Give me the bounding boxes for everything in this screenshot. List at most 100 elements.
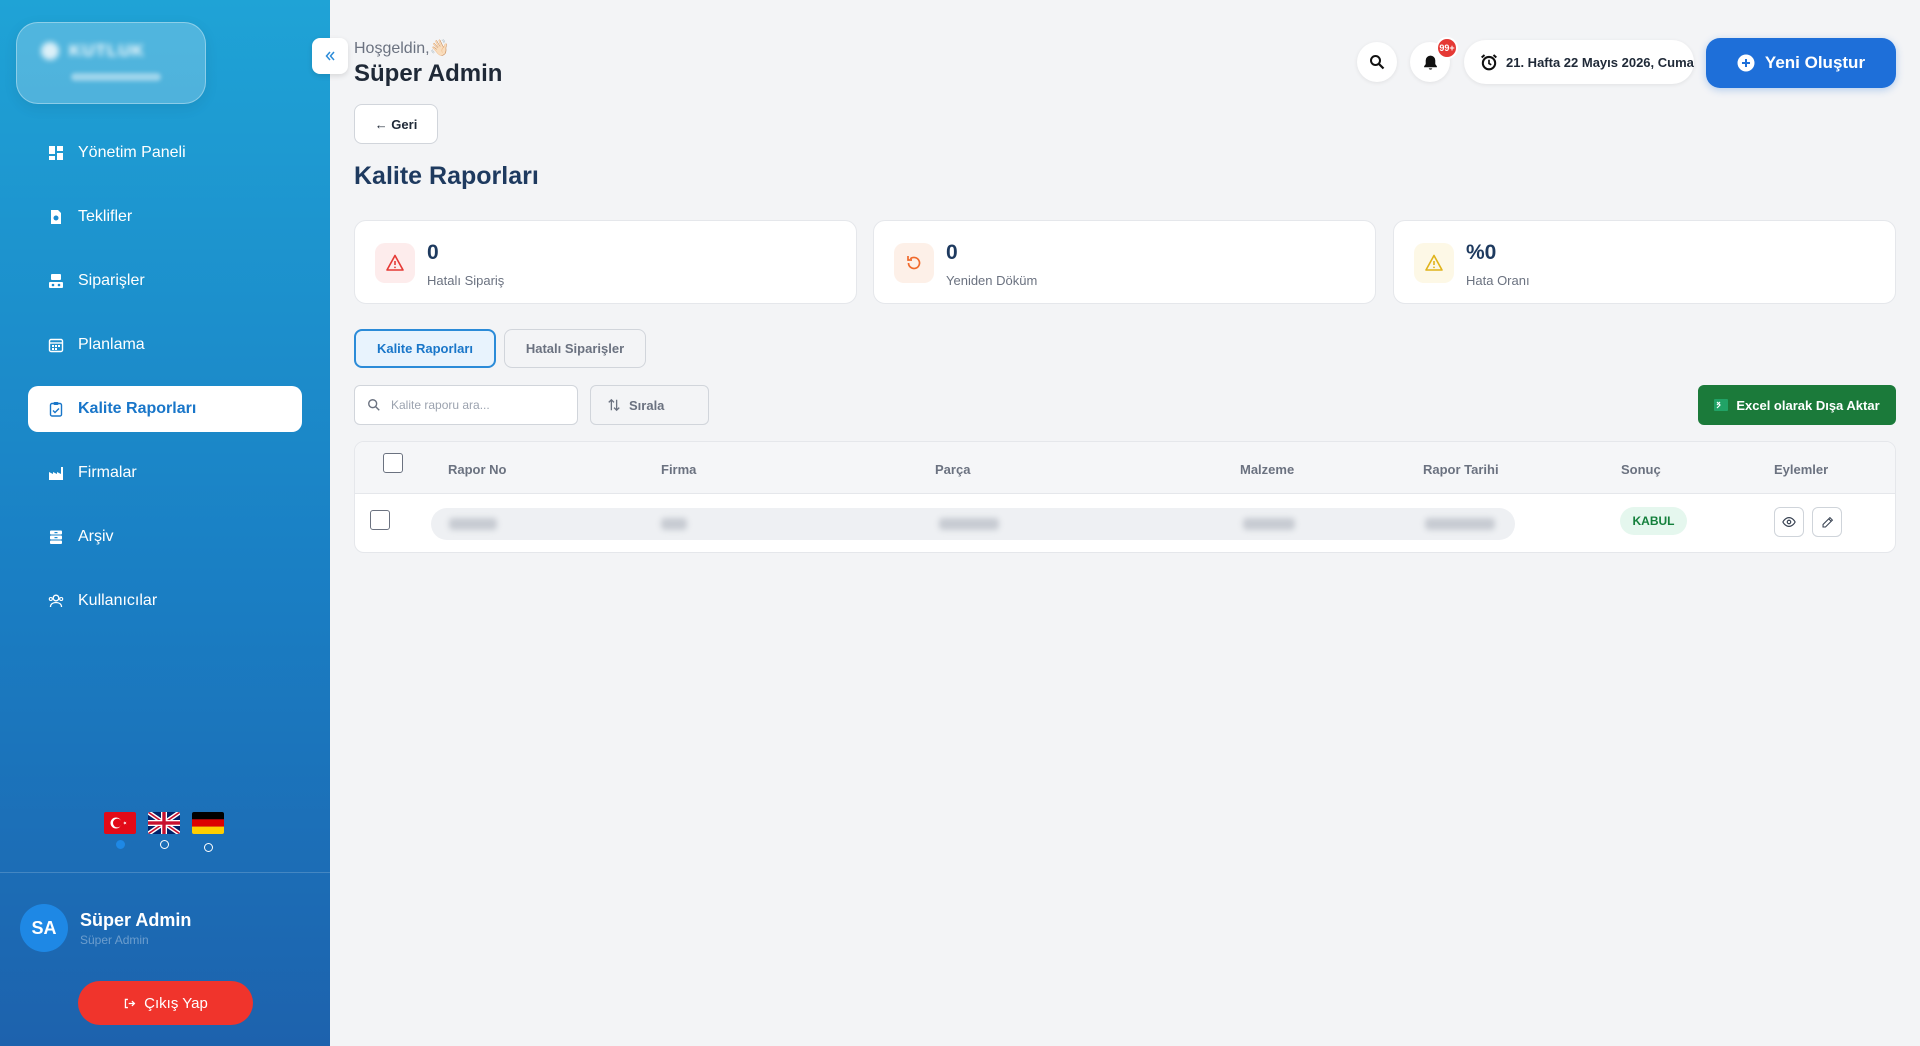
clipboard-check-icon [49, 402, 63, 417]
stat-value: %0 [1466, 241, 1497, 264]
sidebar-item-siparisler[interactable]: Siparişler [28, 258, 302, 304]
excel-icon [1714, 399, 1729, 411]
logout-button[interactable]: Çıkış Yap [78, 981, 253, 1025]
table-row[interactable]: KABUL [355, 494, 1895, 552]
sidebar-item-label: Firmalar [78, 464, 137, 481]
sidebar-item-teklifler[interactable]: Teklifler [28, 194, 302, 240]
sidebar-item-label: Arşiv [78, 528, 114, 545]
pencil-icon [1822, 516, 1833, 527]
sidebar-nav: Yönetim Paneli Teklifler Siparişler Plan… [28, 130, 302, 642]
sort-label: Sırala [629, 397, 665, 413]
sidebar-item-label: Siparişler [78, 272, 145, 289]
column-header-malzeme[interactable]: Malzeme [1240, 462, 1294, 477]
create-new-label: Yeni Oluştur [1764, 53, 1866, 72]
refresh-icon [894, 243, 934, 283]
stat-value: 0 [427, 241, 439, 264]
redacted-rapor-no [449, 518, 497, 530]
orders-icon [49, 274, 63, 288]
search-button[interactable] [1357, 42, 1397, 82]
sidebar-item-label: Kullanıcılar [78, 592, 158, 609]
search-box [354, 385, 578, 425]
document-icon [51, 210, 61, 224]
archive-icon [50, 530, 62, 544]
search-icon [1370, 55, 1385, 70]
view-button[interactable] [1774, 507, 1804, 537]
sidebar-item-arsiv[interactable]: Arşiv [28, 514, 302, 560]
logo-text: KUTLUK [69, 41, 145, 60]
logout-label: Çıkış Yap [144, 994, 208, 1012]
language-dot [203, 843, 213, 852]
logo-icon [41, 42, 59, 60]
table-header: Rapor No Firma Parça Malzeme Rapor Tarih… [355, 442, 1895, 494]
language-en[interactable] [148, 812, 180, 852]
redacted-row-data [431, 508, 1515, 540]
select-all-checkbox[interactable] [383, 453, 403, 473]
stat-label: Hata Oranı [1466, 273, 1530, 288]
search-icon [368, 399, 380, 411]
status-badge: KABUL [1620, 507, 1687, 535]
sort-arrows-icon [608, 398, 620, 412]
uk-flag-icon [148, 812, 180, 834]
sidebar-item-kullanicilar[interactable]: Kullanıcılar [28, 578, 302, 624]
language-de[interactable] [192, 812, 224, 852]
tab-kalite-raporlari[interactable]: Kalite Raporları [354, 329, 496, 368]
sidebar-item-planlama[interactable]: Planlama [28, 322, 302, 368]
bell-icon [1423, 55, 1437, 70]
sidebar-item-label: Teklifler [78, 208, 133, 225]
plus-circle-icon [1737, 54, 1755, 72]
stat-value: 0 [946, 241, 958, 264]
sidebar-item-kalite-raporlari[interactable]: Kalite Raporları [28, 386, 302, 432]
collapse-sidebar-button[interactable] [312, 38, 348, 74]
notification-count-badge: 99+ [1436, 37, 1458, 59]
language-dot [159, 840, 169, 849]
user-role: Süper Admin [80, 932, 149, 947]
sidebar-item-yonetim-paneli[interactable]: Yönetim Paneli [28, 130, 302, 176]
company-logo[interactable]: KUTLUK [16, 22, 206, 104]
user-profile[interactable]: SA Süper Admin Süper Admin [20, 904, 191, 952]
export-excel-button[interactable]: Excel olarak Dışa Aktar [1698, 385, 1896, 425]
tab-hatali-siparisler[interactable]: Hatalı Siparişler [504, 329, 646, 368]
sidebar-item-firmalar[interactable]: Firmalar [28, 450, 302, 496]
factory-icon [49, 467, 63, 480]
sidebar-item-label: Planlama [78, 336, 145, 353]
column-header-parca[interactable]: Parça [935, 462, 970, 477]
language-tr[interactable] [104, 812, 136, 852]
column-header-rapor-tarihi[interactable]: Rapor Tarihi [1423, 462, 1499, 477]
export-excel-label: Excel olarak Dışa Aktar [1736, 397, 1880, 413]
edit-button[interactable] [1812, 507, 1842, 537]
logout-icon [124, 998, 136, 1008]
column-header-firma[interactable]: Firma [661, 462, 696, 477]
eye-icon [1782, 517, 1796, 527]
alarm-clock-icon [1481, 54, 1497, 71]
turkey-flag-icon [104, 812, 136, 834]
redacted-parca [939, 518, 999, 530]
back-button[interactable]: ← Geri [354, 104, 438, 144]
row-checkbox[interactable] [370, 510, 390, 530]
redacted-rapor-tarihi [1425, 518, 1495, 530]
sort-button[interactable]: Sırala [590, 385, 709, 425]
stat-card-yeniden-dokum: 0 Yeniden Döküm [873, 220, 1376, 304]
create-new-button[interactable]: Yeni Oluştur [1706, 38, 1896, 88]
stat-card-hata-orani: %0 Hata Oranı [1393, 220, 1896, 304]
column-header-rapor-no[interactable]: Rapor No [448, 462, 507, 477]
alert-triangle-icon [1414, 243, 1454, 283]
quality-reports-table: Rapor No Firma Parça Malzeme Rapor Tarih… [354, 441, 1896, 553]
column-header-sonuc[interactable]: Sonuç [1621, 462, 1661, 477]
language-switcher [104, 812, 224, 852]
warning-triangle-icon [375, 243, 415, 283]
chevrons-left-icon [325, 51, 335, 61]
date-display: 21. Hafta 22 Mayıs 2026, Cuma [1464, 40, 1694, 84]
avatar: SA [20, 904, 68, 952]
search-input[interactable] [391, 398, 561, 412]
sidebar: KUTLUK Yönetim Paneli Teklifler Siparişl… [0, 0, 330, 1046]
date-text: 21. Hafta 22 Mayıs 2026, Cuma [1506, 54, 1694, 70]
language-selected-dot [115, 840, 125, 849]
user-name: Süper Admin [80, 909, 192, 930]
redacted-firma [661, 518, 687, 530]
germany-flag-icon [192, 812, 224, 834]
header-user-name: Süper Admin [354, 60, 503, 87]
calendar-icon [48, 338, 64, 353]
stat-label: Hatalı Sipariş [427, 273, 505, 288]
page-title: Kalite Raporları [354, 162, 539, 190]
sidebar-divider [0, 872, 330, 873]
